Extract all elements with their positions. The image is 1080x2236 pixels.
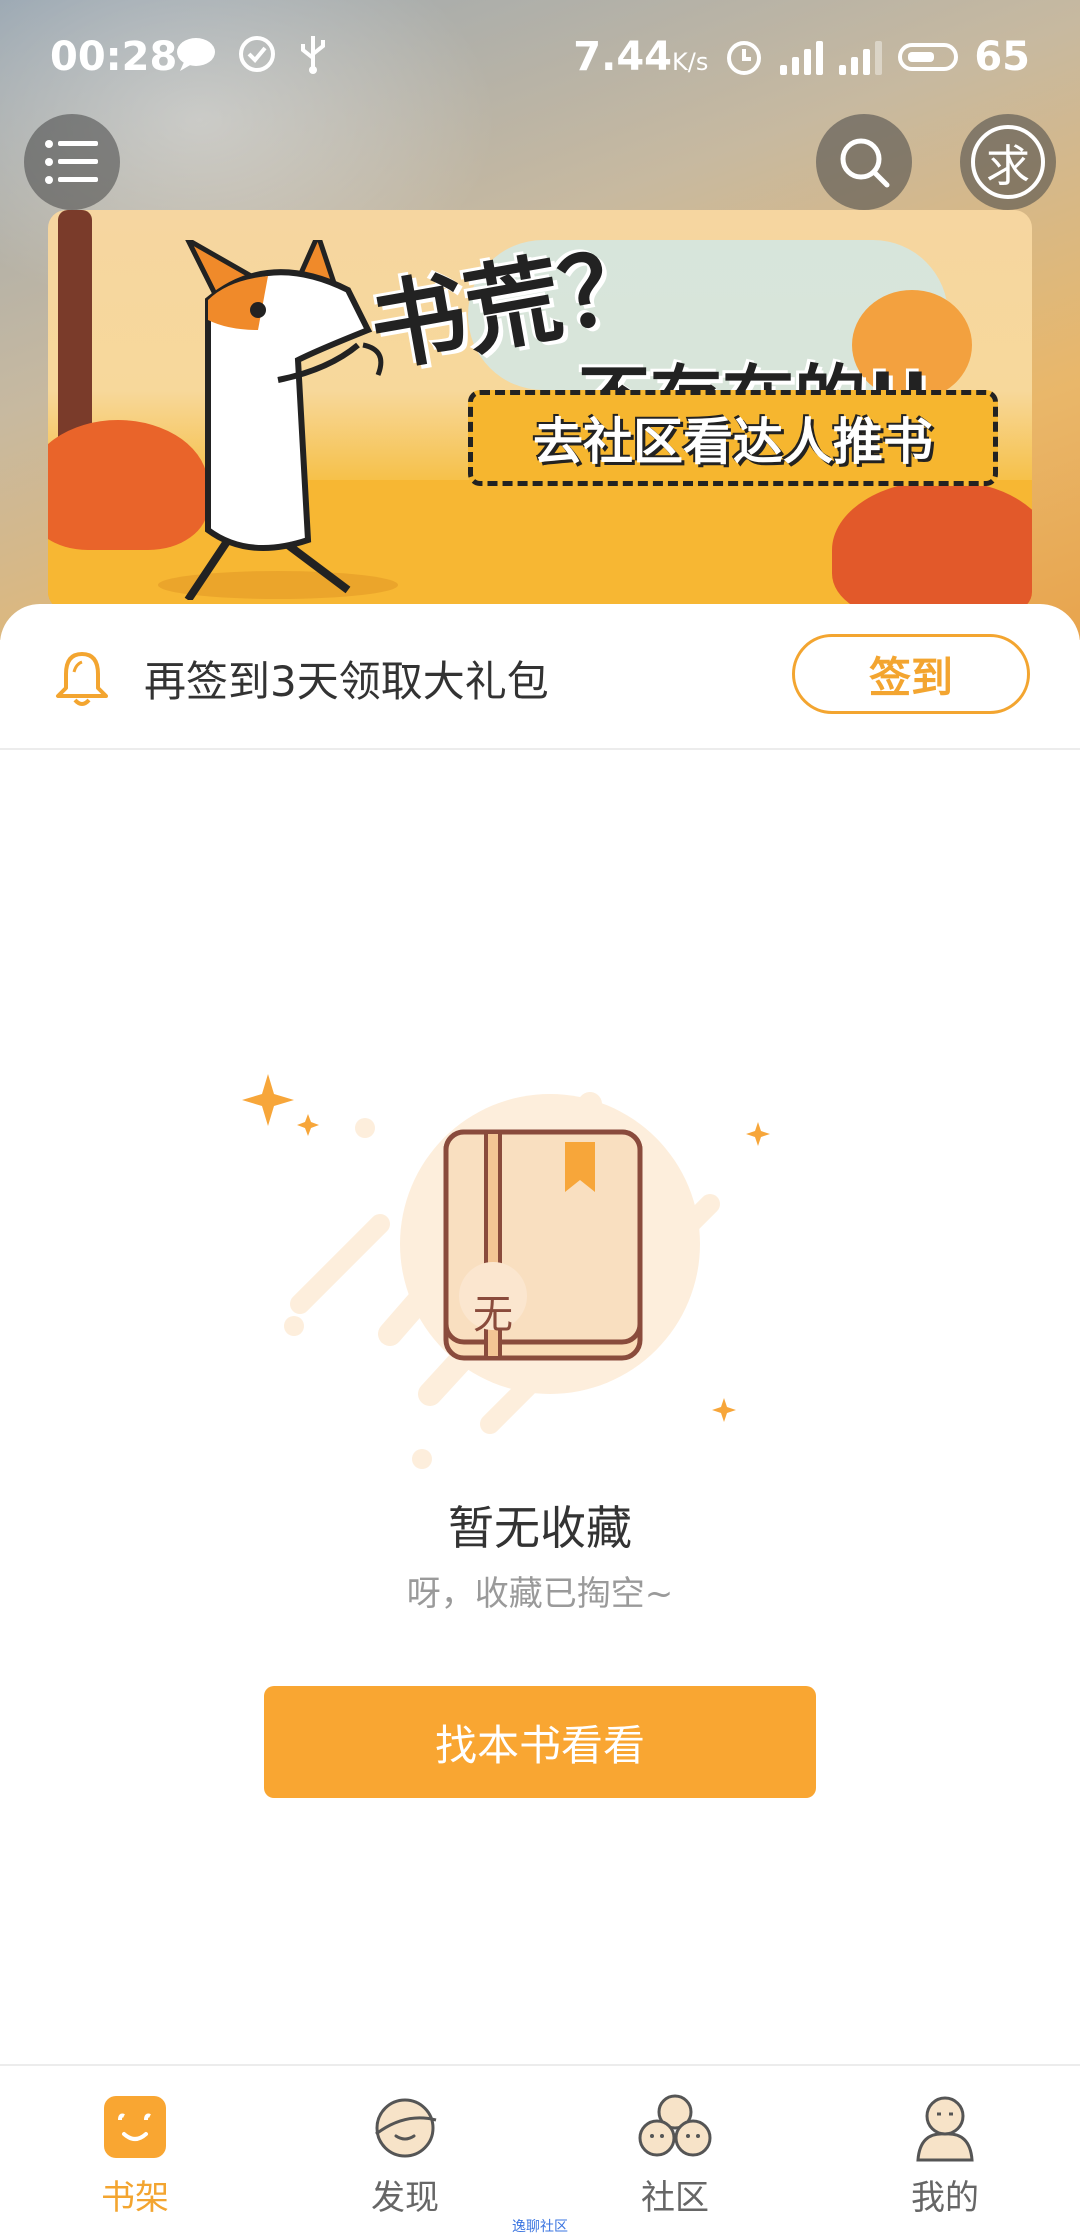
check-circle-icon (239, 36, 275, 72)
menu-icon (45, 140, 98, 184)
community-icon (638, 2094, 712, 2157)
network-speed: 7.44K/s (573, 34, 709, 80)
promo-banner[interactable]: 书荒？ 不存在的!! 去社区看达人推书 (48, 210, 1032, 610)
nav-discover[interactable]: 发现 (270, 2066, 540, 2234)
status-bar: 00:28 7.44K/s 65 (0, 0, 1080, 112)
nav-profile[interactable]: 我的 (810, 2066, 1080, 2234)
notification-icons (176, 34, 328, 74)
bookshelf-icon (104, 2096, 166, 2158)
nav-profile-label: 我的 (911, 2178, 979, 2218)
header-background: 00:28 7.44K/s 65 求 书荒？ 去社区看达人推书 (0, 0, 1080, 640)
status-right: 7.44K/s 65 (573, 34, 1030, 80)
tree-decoration (58, 210, 92, 460)
search-button[interactable] (816, 114, 912, 210)
status-time: 00:28 (50, 34, 178, 80)
battery-level: 65 (974, 34, 1030, 80)
nav-community-label: 社区 (641, 2178, 709, 2218)
discover-icon (375, 2098, 437, 2158)
empty-state-title: 暂无收藏 (448, 1501, 632, 1555)
usb-icon (301, 36, 325, 74)
nav-bookshelf[interactable]: 书架 (0, 2066, 270, 2234)
battery-icon (898, 43, 959, 71)
empty-state-subtitle: 呀，收藏已掏空~ (406, 1574, 674, 1614)
nav-bookshelf-label: 书架 (101, 2178, 169, 2218)
bottom-navigation: 书架 发现 社区 我的 (0, 2064, 1080, 2234)
request-book-button[interactable]: 求 (960, 114, 1056, 210)
community-hint-label: 逸聊社区 (512, 2219, 568, 2235)
request-book-icon: 求 (971, 125, 1045, 199)
bookshelf-panel: 再签到3天领取大礼包 签到 无 暂无收藏 呀，收藏已掏空~ 找本书看看 (0, 604, 1080, 2064)
banner-cta-label: 去社区看达人推书 (468, 390, 998, 486)
message-icon (177, 38, 215, 71)
signal-icon-1 (780, 39, 824, 75)
profile-icon (916, 2096, 974, 2162)
nav-community[interactable]: 社区 (540, 2066, 810, 2234)
bell-icon (56, 652, 108, 706)
signin-reminder-text: 再签到3天领取大礼包 (144, 657, 549, 706)
menu-button[interactable] (24, 114, 120, 210)
nav-discover-label: 发现 (371, 2178, 439, 2218)
empty-badge-text: 无 (473, 1292, 513, 1338)
search-icon (840, 138, 890, 188)
signin-button[interactable]: 签到 (792, 634, 1030, 714)
signin-row: 再签到3天领取大礼包 签到 (0, 604, 1080, 750)
empty-bookshelf-illustration (242, 1074, 770, 1469)
signal-icon-2 (839, 39, 883, 75)
alarm-icon (727, 41, 762, 75)
find-book-button[interactable]: 找本书看看 (264, 1686, 816, 1798)
